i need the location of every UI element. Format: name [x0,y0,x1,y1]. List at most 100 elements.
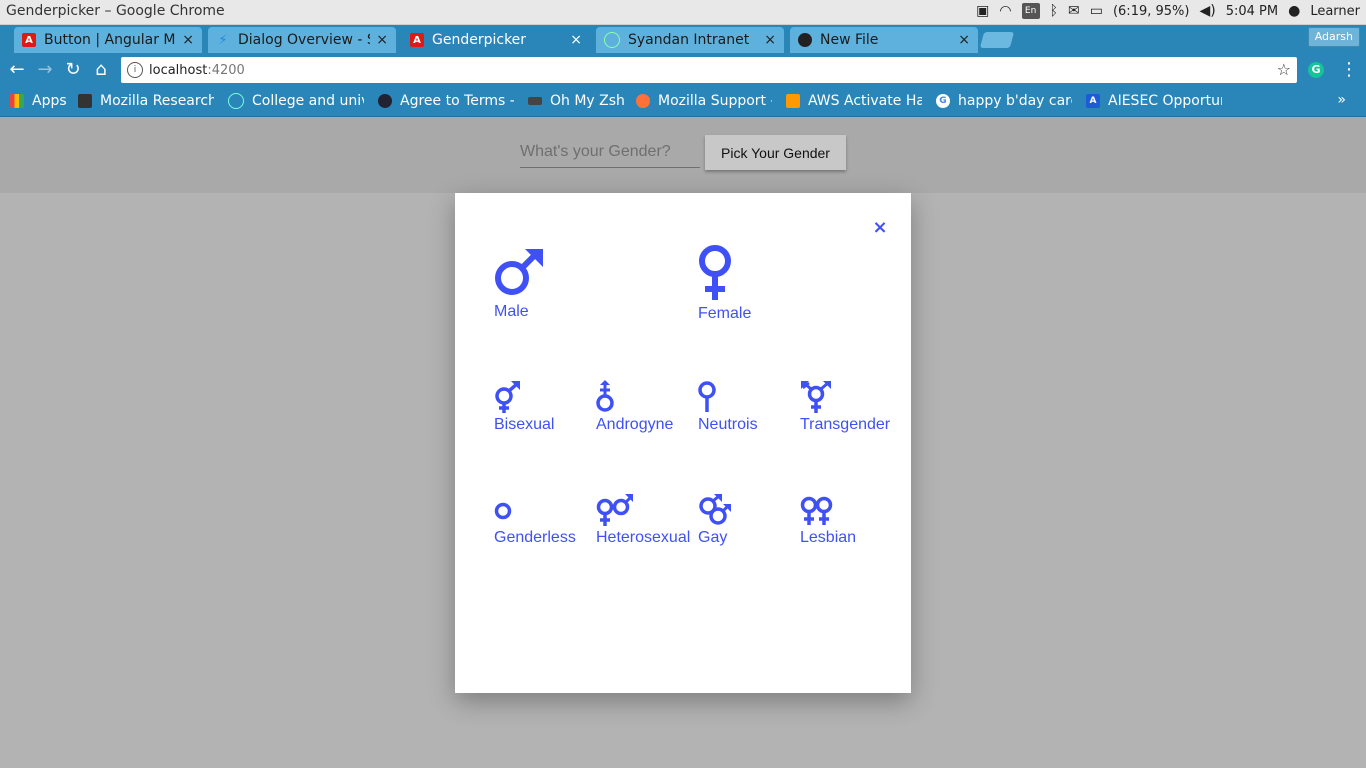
option-label: Androgyne [596,416,674,433]
androgyne-icon [596,380,614,412]
angular-icon: A [410,33,424,47]
battery-status: (6:19, 95%) [1112,3,1190,19]
bookmark-label: AIESEC Opportur [1108,93,1222,109]
system-tray: ▣ ◠ En ᛒ ✉ ▭ (6:19, 95%) ◀) 5:04 PM ● Le… [976,3,1360,19]
close-icon[interactable]: × [764,32,776,48]
browser-toolbar: ← → ↻ ⌂ i localhost:4200 ☆ G ⋮ [0,53,1366,87]
option-label: Lesbian [800,529,857,546]
close-icon[interactable]: × [958,32,970,48]
address-host: localhost [149,62,208,78]
bookmark-label: Mozilla Research [100,93,214,109]
wifi-icon[interactable]: ◠ [999,3,1011,19]
tab-label: New File [820,32,879,48]
option-female[interactable]: Female [698,245,751,323]
option-label: Transgender [800,416,891,433]
profile-button[interactable]: Adarsh [1307,27,1360,47]
bolt-icon: ⚡ [218,32,228,48]
option-genderless[interactable]: Genderless [494,493,576,547]
window-titlebar: Genderpicker – Google Chrome ▣ ◠ En ᛒ ✉ … [0,0,1366,25]
globe-icon [604,32,620,48]
volume-icon[interactable]: ◀) [1199,3,1215,19]
bookmark-apps[interactable]: Apps [10,92,70,110]
gender-dialog: × Male Female Bisexual Androgyne Neutroi… [455,193,911,693]
apple-icon[interactable]: ● [1288,3,1300,19]
tab-genderpicker[interactable]: A Genderpicker × [402,27,590,53]
tab-label: Dialog Overview - S [238,32,371,48]
site-icon [378,94,392,108]
bookmark-happy-bday[interactable]: G happy b'day card [936,92,1072,110]
address-bar[interactable]: i localhost:4200 ☆ [121,57,1297,83]
option-heterosexual[interactable]: Heterosexual [596,493,690,547]
genderless-icon [494,502,512,520]
new-tab-button[interactable] [979,32,1015,48]
bookmark-star-icon[interactable]: ☆ [1277,60,1291,79]
aws-icon [786,94,800,108]
bookmark-aiesec[interactable]: A AIESEC Opportur [1086,92,1222,110]
bookmark-mozilla-research[interactable]: Mozilla Research [78,92,214,110]
bookmark-label: Agree to Terms - [400,93,514,109]
option-label: Male [494,303,529,320]
option-neutrois[interactable]: Neutrois [698,380,758,434]
keyboard-layout-icon[interactable]: En [1021,3,1040,19]
tab-new-file[interactable]: New File × [790,27,978,53]
github-icon [798,33,812,47]
option-gay[interactable]: Gay [698,493,734,547]
gender-input[interactable] [520,137,700,168]
bookmark-mozilla-support[interactable]: Mozilla Support - [636,92,772,110]
bookmark-aws-activate[interactable]: AWS Activate Ha [786,92,922,110]
bluetooth-icon[interactable]: ᛒ [1050,3,1058,19]
close-icon[interactable]: × [871,219,889,237]
option-androgyne[interactable]: Androgyne [596,380,673,434]
option-bisexual[interactable]: Bisexual [494,380,554,434]
back-arrow-icon[interactable]: ← [6,59,28,81]
bookmark-label: Mozilla Support - [658,93,772,109]
gay-icon [699,494,731,525]
tab-label: Button | Angular Ma [44,32,177,48]
info-icon[interactable]: i [127,62,143,78]
tab-dialog-overview[interactable]: ⚡ Dialog Overview - S × [208,27,396,53]
tab-strip: A Button | Angular Ma × ⚡ Dialog Overvie… [0,25,1366,53]
google-icon: G [936,94,950,108]
bookmark-college[interactable]: College and univ [228,92,364,110]
option-label: Heterosexual [596,529,691,546]
option-lesbian[interactable]: Lesbian [800,493,856,547]
bookmarks-bar: Apps Mozilla Research College and univ A… [0,87,1366,117]
female-icon [699,245,731,300]
mozilla-icon [78,94,92,108]
bookmarks-overflow-chevron-icon[interactable]: » [1337,92,1346,108]
pick-gender-button[interactable]: Pick Your Gender [705,135,846,170]
heterosexual-icon [596,494,633,526]
transgender-icon [801,381,831,413]
tab-label: Syandan Intranet [628,32,750,48]
firefox-icon [636,94,650,108]
clock[interactable]: 5:04 PM [1226,4,1278,19]
bookmark-label: Apps [32,93,67,109]
forward-arrow-icon[interactable]: → [34,59,56,81]
bookmark-oh-my-zsh[interactable]: Oh My Zsh [528,92,628,110]
aiesec-icon: A [1086,94,1100,108]
globe-icon [228,93,244,109]
battery-icon[interactable]: ▭ [1090,3,1103,19]
user-name[interactable]: Learner [1310,4,1360,19]
option-male[interactable]: Male [494,247,546,321]
bookmark-label: happy b'day card [958,93,1072,109]
close-icon[interactable]: × [570,32,582,48]
close-icon[interactable]: × [182,32,194,48]
lesbian-icon [800,496,833,525]
notes-icon[interactable]: ▣ [976,3,989,19]
grammarly-icon[interactable]: G [1308,62,1324,78]
bookmark-label: Oh My Zsh [550,93,625,109]
bookmark-label: AWS Activate Ha [808,93,922,109]
angular-icon: A [22,33,36,47]
option-transgender[interactable]: Transgender [800,380,890,434]
close-icon[interactable]: × [376,32,388,48]
option-label: Neutrois [698,416,758,433]
tab-syandan-intranet[interactable]: Syandan Intranet × [596,27,784,53]
menu-icon[interactable]: ⋮ [1340,59,1358,80]
home-icon[interactable]: ⌂ [90,59,112,81]
mail-icon[interactable]: ✉ [1068,3,1080,19]
bookmark-agree-terms[interactable]: Agree to Terms - [378,92,514,110]
tab-button-angular[interactable]: A Button | Angular Ma × [14,27,202,53]
option-label: Female [698,305,752,322]
reload-icon[interactable]: ↻ [62,59,84,81]
